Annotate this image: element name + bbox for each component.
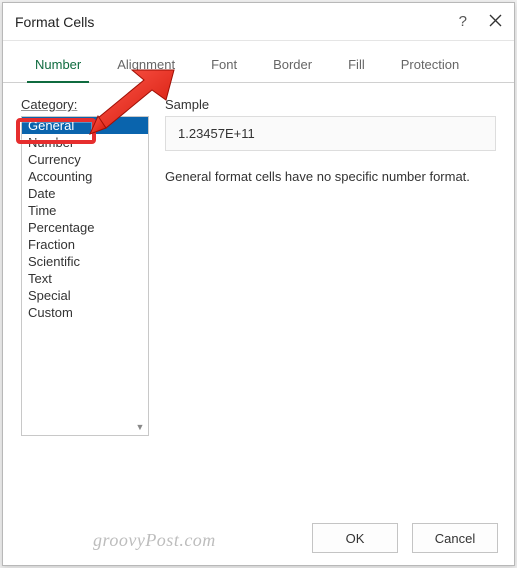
- category-item-fraction[interactable]: Fraction: [22, 236, 148, 253]
- close-icon[interactable]: [489, 14, 502, 30]
- sample-value: 1.23457E+11: [165, 116, 496, 151]
- tab-number[interactable]: Number: [17, 49, 99, 82]
- tab-font[interactable]: Font: [193, 49, 255, 82]
- format-description: General format cells have no specific nu…: [165, 169, 496, 184]
- category-list[interactable]: ▲ General Number Currency Accounting Dat…: [21, 116, 149, 436]
- category-item-custom[interactable]: Custom: [22, 304, 148, 321]
- watermark: groovyPost.com: [93, 530, 216, 551]
- cancel-button[interactable]: Cancel: [412, 523, 498, 553]
- dialog-footer: OK Cancel: [312, 523, 498, 553]
- category-label: Category:: [21, 97, 149, 112]
- category-item-special[interactable]: Special: [22, 287, 148, 304]
- category-item-number[interactable]: Number: [22, 134, 148, 151]
- help-icon[interactable]: ?: [459, 14, 467, 29]
- category-item-date[interactable]: Date: [22, 185, 148, 202]
- tab-protection[interactable]: Protection: [383, 49, 478, 82]
- category-item-time[interactable]: Time: [22, 202, 148, 219]
- category-item-text[interactable]: Text: [22, 270, 148, 287]
- ok-button[interactable]: OK: [312, 523, 398, 553]
- tabs: Number Alignment Font Border Fill Protec…: [3, 49, 514, 83]
- dialog-body: Category: ▲ General Number Currency Acco…: [3, 83, 514, 446]
- category-item-accounting[interactable]: Accounting: [22, 168, 148, 185]
- category-item-scientific[interactable]: Scientific: [22, 253, 148, 270]
- format-cells-dialog: Format Cells ? Number Alignment Font Bor…: [2, 2, 515, 566]
- tab-alignment[interactable]: Alignment: [99, 49, 193, 82]
- tab-border[interactable]: Border: [255, 49, 330, 82]
- category-item-percentage[interactable]: Percentage: [22, 219, 148, 236]
- category-item-general[interactable]: General: [22, 117, 148, 134]
- dialog-title: Format Cells: [15, 14, 459, 30]
- category-item-currency[interactable]: Currency: [22, 151, 148, 168]
- tab-fill[interactable]: Fill: [330, 49, 383, 82]
- titlebar: Format Cells ?: [3, 3, 514, 41]
- scroll-down-icon[interactable]: ▼: [133, 420, 147, 434]
- sample-label: Sample: [165, 97, 496, 112]
